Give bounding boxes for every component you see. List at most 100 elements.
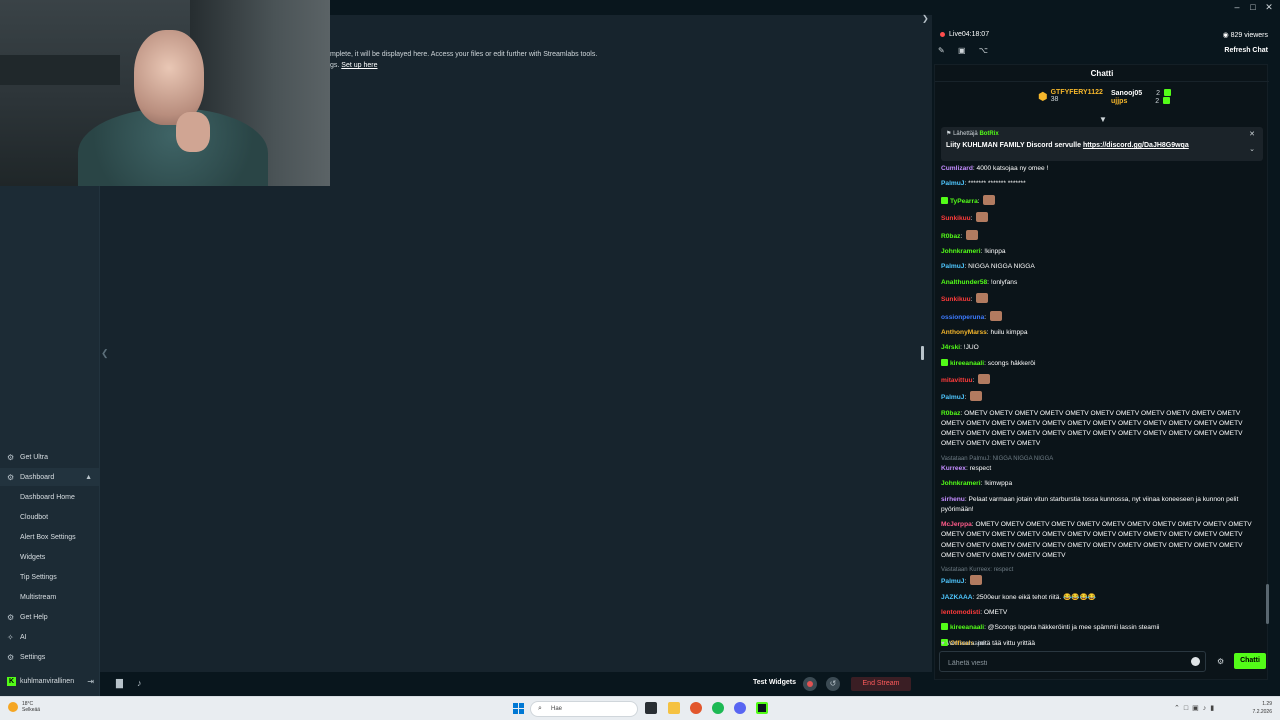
test-widgets-button[interactable]: Test Widgets (753, 679, 796, 686)
chat-message[interactable]: PalmuJ: NIGGA NIGGA NIGGA (941, 262, 1263, 272)
chat-message[interactable]: lentomodisti: OMETV (941, 608, 1263, 618)
chat-username[interactable]: J4rski (941, 344, 960, 351)
chat-message[interactable]: R0baz: OMETV OMETV OMETV OMETV OMETV OME… (941, 409, 1263, 450)
file-explorer-icon[interactable] (668, 702, 680, 714)
chat-message[interactable]: J4rski: !JUO (941, 343, 1263, 353)
chat-message[interactable]: Sunkikuu: (941, 212, 1263, 224)
chat-message[interactable]: Officals: mitä tää vittu yrittää (941, 638, 1263, 649)
sidebar-item-get-ultra[interactable]: ⚙ Get Ultra (0, 448, 100, 466)
chat-message[interactable]: Sunkikuu: (941, 293, 1263, 305)
replay-buffer-icon[interactable]: ↺ (826, 677, 840, 691)
chat-settings-gear-icon[interactable]: ⚙ (1217, 657, 1224, 666)
send-chat-button[interactable]: Chatti (1234, 653, 1266, 669)
expand-arrow-icon[interactable]: ❯ (922, 14, 929, 23)
chevron-down-icon[interactable]: ⌄ (1249, 145, 1255, 153)
chat-username[interactable]: Cumlizard (941, 165, 973, 172)
chat-message[interactable]: PalmuJ: ******* ******* ******* (941, 179, 1263, 189)
chat-username[interactable]: lentomodisti (941, 609, 980, 616)
sidebar-item-alert-box-settings[interactable]: Alert Box Settings (0, 528, 100, 546)
end-stream-button[interactable]: End Stream (851, 677, 911, 691)
sidebar-item-get-help[interactable]: ⚙ Get Help (0, 608, 100, 626)
top-gifter-1[interactable]: ⬢ GTFYFERY1122 38 (1038, 89, 1103, 103)
stats-icon[interactable]: ▇ (116, 678, 123, 689)
chat-username[interactable]: mitavittuu (941, 377, 973, 384)
sidebar-item-dashboard[interactable]: ⚙ Dashboard ▲ (0, 468, 100, 486)
task-view-icon[interactable] (645, 702, 657, 714)
chat-resize-handle[interactable] (921, 346, 924, 360)
chat-username[interactable]: kireeanaali (950, 360, 984, 367)
chat-username[interactable]: McJerppa (941, 521, 972, 528)
chat-scrollbar[interactable] (1266, 584, 1269, 624)
spotify-icon[interactable] (712, 702, 724, 714)
close-button[interactable]: ✕ (1262, 0, 1276, 14)
chat-message[interactable]: Cumlizard: 4000 katsojaa ny omee ! (941, 164, 1263, 174)
chat-message[interactable]: kireeanaali: scongs häkkeröi (941, 358, 1263, 369)
logout-icon[interactable]: ⇥ (87, 677, 94, 686)
chat-username[interactable]: JAZKAAA (941, 594, 973, 601)
maximize-button[interactable]: □ (1246, 0, 1260, 14)
chat-username[interactable]: PalmuJ (941, 394, 964, 401)
chat-message[interactable]: kireeanaali: @Scongs lopeta häkkeröinti … (941, 623, 1263, 633)
browser-icon[interactable] (690, 702, 702, 714)
chat-username[interactable]: Sunkikuu (941, 296, 971, 303)
weather-widget[interactable]: 18°C Selkeää (8, 701, 40, 713)
edit-icon[interactable]: ✎ (938, 46, 945, 55)
chat-username[interactable]: Kurreex (941, 465, 966, 472)
chat-message[interactable]: Kurreex: respect (941, 464, 1263, 474)
chat-username[interactable]: PalmuJ (941, 180, 964, 187)
taskbar-search[interactable]: ⌕ Hae (530, 701, 638, 717)
popout-icon[interactable]: ▣ (958, 46, 966, 55)
minimize-button[interactable]: – (1230, 0, 1244, 14)
sidebar-item-ai[interactable]: ✧ AI (0, 628, 100, 646)
system-clock[interactable]: 1.29 7.2.2026 (1253, 700, 1272, 716)
chat-username[interactable]: AnthonyMarss (941, 329, 987, 336)
chat-message[interactable]: mitavittuu: (941, 374, 1263, 386)
chat-username[interactable]: sirhenu (941, 496, 965, 503)
chat-username[interactable]: R0baz (941, 233, 960, 240)
chat-username[interactable]: Johnkrameri (941, 248, 981, 255)
chat-message[interactable]: Johnkrameri: !kinppa (941, 247, 1263, 257)
chat-message[interactable]: AnthonyMarss: huilu kimppa (941, 328, 1263, 338)
unpin-icon[interactable]: ✕ (1249, 130, 1255, 138)
gifter-row[interactable]: Sanooj05 2 (1111, 89, 1173, 97)
chat-username[interactable]: PalmuJ (941, 263, 964, 270)
chat-username[interactable]: kireeanaali (950, 624, 984, 631)
emoji-icon[interactable] (1191, 657, 1200, 666)
sidebar-user[interactable]: K kuhlmanvirallinen ⇥ (0, 672, 100, 690)
chat-message[interactable]: TyPearra: (941, 194, 1263, 207)
share-icon[interactable]: ⌥ (979, 46, 988, 55)
record-button[interactable] (803, 677, 817, 691)
chat-message[interactable]: Analthunder58: !onlyfans (941, 278, 1263, 288)
chat-message[interactable]: sirhenu: Pelaat varmaan jotain vitun sta… (941, 495, 1263, 515)
chat-message-input[interactable] (940, 654, 1180, 673)
sidebar-item-dashboard-home[interactable]: Dashboard Home (0, 488, 100, 506)
sidebar-item-tip-settings[interactable]: Tip Settings (0, 568, 100, 586)
chat-message[interactable]: PalmuJ: (941, 391, 1263, 403)
streamlabs-icon[interactable] (756, 702, 768, 714)
discord-icon[interactable] (734, 702, 746, 714)
chat-username[interactable]: PalmuJ (941, 578, 964, 585)
sidebar-item-settings[interactable]: ⚙ Settings (0, 648, 100, 666)
chat-message[interactable]: Johnkrameri: !kimwppa (941, 479, 1263, 489)
chat-username[interactable]: R0baz (941, 410, 960, 417)
chat-message[interactable]: ossionperuna: (941, 310, 1263, 323)
collapse-sidebar-icon[interactable]: ❮ (101, 348, 109, 359)
chat-message[interactable]: JAZKAAA: 2500eur kone eikä tehot riitä. … (941, 593, 1263, 603)
chat-username[interactable]: Sunkikuu (941, 215, 971, 222)
windows-start-icon[interactable] (513, 703, 524, 714)
sidebar-item-cloudbot[interactable]: Cloudbot (0, 508, 100, 526)
refresh-chat-button[interactable]: Refresh Chat (1224, 47, 1268, 54)
chat-message[interactable]: McJerppa: OMETV OMETV OMETV OMETV OMETV … (941, 520, 1263, 561)
filter-icon[interactable]: ▼ (1099, 115, 1107, 124)
chat-message[interactable]: PalmuJ: (941, 575, 1263, 587)
chat-username[interactable]: ossionperuna (941, 314, 984, 321)
sidebar-item-multistream[interactable]: Multistream (0, 588, 100, 606)
setup-link[interactable]: Set up here (341, 62, 377, 69)
pinned-discord-link[interactable]: https://discord.gg/DaJH8G9wqa (1083, 142, 1189, 149)
system-tray[interactable]: ⌃□▣♪▮ (1174, 704, 1218, 712)
gifter-row[interactable]: ujjps 2 (1111, 97, 1173, 105)
chat-message[interactable]: R0baz: (941, 229, 1263, 242)
chat-username[interactable]: Johnkrameri (941, 480, 981, 487)
chat-username[interactable]: Analthunder58 (941, 279, 987, 286)
notification-bell-icon[interactable]: ♪ (137, 678, 142, 688)
